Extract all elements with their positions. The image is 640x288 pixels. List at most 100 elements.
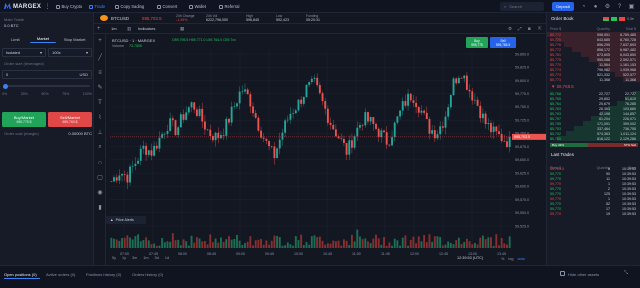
bid-row[interactable]: $5,768 22,727 22,727 — [547, 91, 640, 96]
nav-buy-crypto[interactable]: Buy Crypto — [56, 3, 82, 10]
nav-convert[interactable]: Convert — [157, 3, 177, 10]
bid-row[interactable]: $5,765 29,852 51,619 — [547, 96, 640, 101]
tab-market[interactable]: Market — [29, 35, 57, 43]
search-input[interactable] — [509, 4, 540, 9]
text-icon[interactable]: T — [97, 99, 104, 106]
range-5d[interactable]: 5d — [155, 256, 159, 260]
trade-row[interactable]: 59,769.5 6 10:39:53 — [547, 166, 640, 171]
deposit-button[interactable]: Deposit — [552, 2, 574, 11]
zoom-icon[interactable]: ⌕ — [97, 144, 104, 151]
candle-type-icon[interactable]: ▥ — [127, 26, 131, 31]
trade-row[interactable]: 59,770 52 10:39:53 — [547, 201, 640, 206]
candlestick-chart[interactable]: 59,850.0 59,825.0 59,800.0 59,775.0 59,750.0… — [106, 34, 546, 265]
tab-limit[interactable]: Limit — [2, 35, 29, 43]
leverage-select[interactable]: 100x ▾ — [48, 48, 92, 57]
menu-grid-icon[interactable]: ⋮ — [44, 3, 51, 10]
fib-icon[interactable]: ≡ — [97, 69, 104, 76]
range-1m[interactable]: 1m — [143, 256, 148, 260]
trend-line-icon[interactable]: ╱ — [97, 54, 104, 61]
precision-select[interactable]: 0.5▾ — [627, 17, 634, 21]
ask-row[interactable]: $5,773 11,368 11,368 — [547, 77, 640, 82]
bids-only-icon[interactable] — [611, 17, 617, 21]
order-size-slider[interactable] — [4, 85, 90, 87]
margex-logo[interactable]: MARGEX — [4, 3, 42, 11]
trade-row[interactable]: 59,770 1 10:39:53 — [547, 181, 640, 186]
camera-icon[interactable]: ◙ — [528, 26, 531, 31]
account-value[interactable]: 0.0 BTC — [4, 24, 19, 28]
slider-handle[interactable] — [3, 83, 8, 89]
indicators-button[interactable]: Indicators — [138, 27, 155, 31]
ask-row[interactable]: $5,781 873,605 6,043,850 — [547, 52, 640, 57]
bid-row[interactable]: $5,765 818,122 2,129,286 — [547, 136, 640, 141]
auto-mode[interactable]: auto — [517, 257, 524, 261]
price-alerts-button[interactable]: ▲ Price Alerts — [106, 216, 146, 224]
ticker-symbol[interactable]: BTCUSD — [111, 16, 129, 21]
ask-row[interactable]: $5,776 856,295 7,637,893 — [547, 42, 640, 47]
ask-row[interactable]: $5,772 598,951 8,769,485 — [547, 32, 640, 37]
notification-icon[interactable]: ◔ — [580, 3, 587, 10]
magnet-icon[interactable]: ∩ — [97, 159, 104, 166]
nav-copy-trading[interactable]: Copy trading — [115, 3, 144, 10]
add-icon[interactable]: + — [97, 26, 101, 32]
layout-grid-icon[interactable]: ▦ — [180, 26, 184, 31]
range-5y[interactable]: 5y — [112, 256, 116, 260]
percent-mode[interactable]: % — [501, 257, 504, 261]
log-mode[interactable]: log — [508, 257, 513, 261]
bid-row[interactable]: $5,763 26,363 103,660 — [547, 106, 640, 111]
trade-row[interactable]: 59,770 90 10:39:53 — [547, 171, 640, 176]
range-1y[interactable]: 1y — [122, 256, 126, 260]
ask-row[interactable]: $5,774 796,982 1,939,968 — [547, 67, 640, 72]
nav-wallet[interactable]: Wallet — [189, 3, 206, 10]
trade-row[interactable]: 59,770 125 10:39:53 — [547, 191, 640, 196]
ruler-icon[interactable]: ⊥ — [97, 129, 104, 136]
trade-row[interactable]: 59,770 19 10:39:53 — [547, 211, 640, 216]
bid-row[interactable]: $5,757 81,204 226,071 — [547, 116, 640, 121]
collapse-icon[interactable]: ⤡ — [624, 271, 628, 276]
trade-row[interactable]: 59,770 2 10:39:53 — [547, 186, 640, 191]
pattern-icon[interactable]: ⌇ — [97, 114, 104, 121]
search-box[interactable]: ⌕ — [500, 2, 544, 11]
help-icon[interactable]: ? — [616, 3, 623, 10]
settings-icon[interactable]: ⚙ — [508, 26, 512, 31]
settings-icon[interactable]: ⚙ — [604, 3, 611, 10]
sell-market-button[interactable]: Sell/Market 695.763 $ — [48, 112, 92, 127]
hide-assets-checkbox[interactable] — [560, 271, 565, 276]
trade-row[interactable]: 59,770 17 10:39:53 — [547, 206, 640, 211]
layout-icon[interactable]: ▣ — [628, 3, 635, 10]
eye-icon[interactable]: ◉ — [97, 189, 104, 196]
tab-open-positions[interactable]: Open positions (0) — [4, 272, 37, 277]
bid-row[interactable]: $5,764 25,679 76,285 — [547, 101, 640, 106]
ask-row[interactable]: $5,770 11,564 1,161,153 — [547, 62, 640, 67]
both-sides-icon[interactable] — [603, 17, 609, 21]
account-icon[interactable]: ● — [592, 3, 599, 10]
ask-row[interactable]: $5,775 955,088 2,592,571 — [547, 57, 640, 62]
bid-row[interactable]: $5,752 574,363 1,011,124 — [547, 131, 640, 136]
asks-only-icon[interactable] — [619, 17, 625, 21]
bid-row[interactable]: $5,753 337,464 736,755 — [547, 126, 640, 131]
ask-row[interactable]: $5,772 858,172 6,987,482 — [547, 47, 640, 52]
trade-row[interactable]: 59,770 1 10:39:53 — [547, 196, 640, 201]
ask-row[interactable]: $5,774 521,332 522,577 — [547, 72, 640, 77]
bid-row[interactable]: $5,755 171,091 399,002 — [547, 121, 640, 126]
nav-referral[interactable]: Referral — [219, 3, 239, 10]
fullscreen-icon[interactable]: ⤢ — [518, 26, 522, 31]
interval-button[interactable]: 1m — [111, 27, 117, 31]
brush-icon[interactable]: ✎ — [97, 84, 104, 91]
margin-mode-select[interactable]: Isolated ▾ — [2, 48, 46, 57]
tab-positions-history[interactable]: Positions history (0) — [86, 272, 121, 277]
order-size-input[interactable]: 0 USD — [2, 70, 92, 79]
lock-icon[interactable]: ▢ — [97, 174, 104, 181]
range-1d[interactable]: 1d — [165, 256, 169, 260]
trade-row[interactable]: 59,770 11 10:39:53 — [547, 176, 640, 181]
crosshair-icon[interactable]: + — [97, 37, 104, 44]
trash-icon[interactable]: ▮ — [97, 204, 104, 211]
bid-row[interactable]: $5,763 42,198 144,857 — [547, 111, 640, 116]
nav-trade[interactable]: Trade — [89, 3, 105, 10]
expand-icon[interactable]: ⇱ — [538, 26, 542, 31]
range-3m[interactable]: 3m — [132, 256, 137, 260]
tab-orders-history[interactable]: Orders history (0) — [132, 272, 163, 277]
tab-active-orders[interactable]: Active orders (0) — [46, 272, 75, 277]
ask-row[interactable]: $5,770 843,685 8,760,728 — [547, 37, 640, 42]
buy-market-button[interactable]: Buy/Market 695.775 $ — [2, 112, 46, 127]
tab-stop-market[interactable]: Stop Market — [57, 35, 92, 43]
